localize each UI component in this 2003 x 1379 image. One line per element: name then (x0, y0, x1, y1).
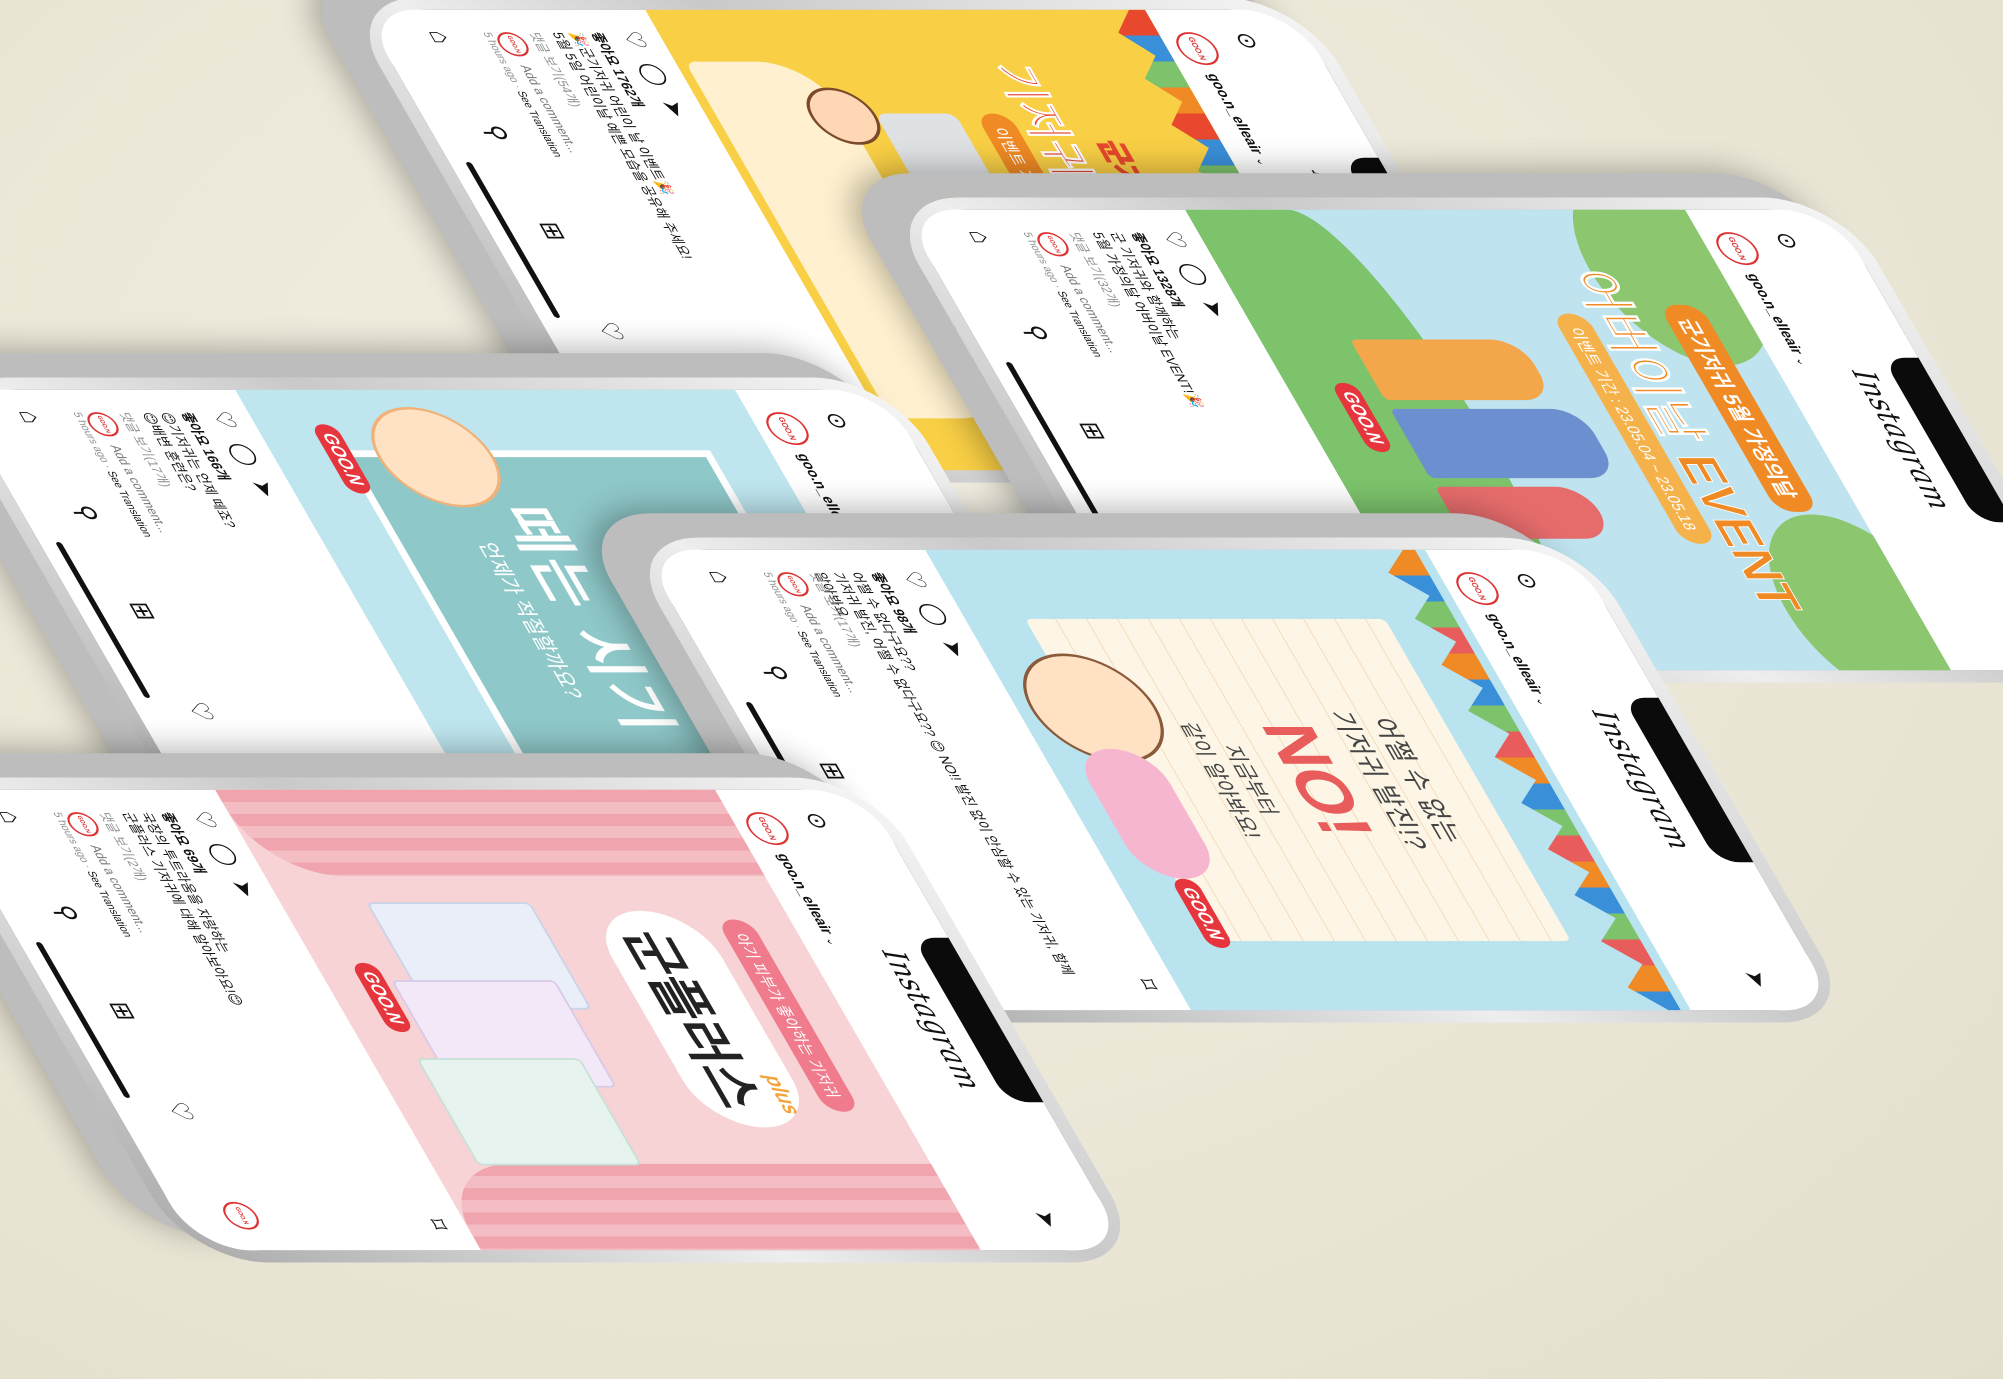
search-icon[interactable]: ⚲ (1016, 325, 1057, 341)
bookmark-icon[interactable]: ⌑ (420, 1219, 455, 1230)
chevron-down-icon: ⌄ (1792, 357, 1812, 367)
activity-heart-icon[interactable]: ♡ (159, 1101, 202, 1121)
camera-icon[interactable]: ⊙ (1767, 232, 1806, 249)
avatar[interactable]: GOO.N (1448, 572, 1506, 606)
add-post-icon[interactable]: ⊞ (532, 222, 574, 241)
avatar[interactable]: GOO.N (738, 812, 796, 846)
share-icon[interactable]: ➤ (935, 640, 974, 657)
add-post-icon[interactable]: ⊞ (122, 602, 164, 621)
avatar[interactable]: GOO.N (758, 412, 816, 446)
search-icon[interactable]: ⚲ (756, 665, 797, 681)
family-illustration (1435, 486, 1615, 539)
comment-icon[interactable]: ◯ (1173, 263, 1215, 286)
heart-icon[interactable]: ♡ (615, 30, 655, 49)
avatar[interactable]: GOO.N (1708, 232, 1766, 266)
search-icon[interactable]: ⚲ (66, 505, 107, 521)
chevron-down-icon: ⌄ (1252, 157, 1272, 167)
comment-icon[interactable]: ◯ (203, 843, 245, 866)
heart-icon[interactable]: ♡ (895, 570, 935, 589)
share-icon[interactable]: ➤ (225, 880, 264, 897)
add-post-icon[interactable]: ⊞ (1072, 422, 1114, 441)
curtain-right (431, 1163, 981, 1251)
comment-icon[interactable]: ◯ (223, 443, 265, 466)
chevron-down-icon: ⌄ (822, 937, 842, 947)
add-post-icon[interactable]: ⊞ (102, 1002, 144, 1021)
avatar[interactable]: GOO.N (1168, 32, 1226, 66)
direct-message-icon[interactable]: ➤ (1027, 1210, 1066, 1227)
comment-icon[interactable]: ◯ (913, 603, 955, 626)
share-icon[interactable]: ➤ (655, 100, 694, 117)
profile-avatar[interactable]: GOO.N (217, 1201, 266, 1230)
comment-icon[interactable]: ◯ (633, 63, 675, 86)
activity-heart-icon[interactable]: ♡ (589, 321, 632, 341)
home-icon[interactable]: ⌂ (422, 30, 461, 44)
home-icon[interactable]: ⌂ (702, 570, 741, 584)
camera-icon[interactable]: ⊙ (797, 812, 836, 829)
heart-icon[interactable]: ♡ (1155, 230, 1195, 249)
home-icon[interactable]: ⌂ (12, 410, 51, 424)
family-illustration (1390, 408, 1620, 479)
direct-message-icon[interactable]: ➤ (1997, 630, 2003, 647)
home-icon[interactable]: ⌂ (962, 230, 1001, 244)
family-illustration (1350, 339, 1555, 401)
camera-icon[interactable]: ⊙ (1507, 572, 1546, 589)
camera-icon[interactable]: ⊙ (817, 412, 856, 429)
heart-icon[interactable]: ♡ (185, 810, 225, 829)
share-icon[interactable]: ➤ (1195, 300, 1234, 317)
search-icon[interactable]: ⚲ (476, 125, 517, 141)
camera-icon[interactable]: ⊙ (1227, 32, 1266, 49)
heart-icon[interactable]: ♡ (205, 410, 245, 429)
curtain-left (215, 789, 765, 877)
direct-message-icon[interactable]: ➤ (1737, 970, 1776, 987)
chevron-down-icon: ⌄ (1532, 697, 1552, 707)
search-icon[interactable]: ⚲ (46, 905, 87, 921)
activity-heart-icon[interactable]: ♡ (179, 701, 222, 721)
home-icon[interactable]: ⌂ (0, 810, 30, 824)
bookmark-icon[interactable]: ⌑ (1130, 979, 1165, 990)
share-icon[interactable]: ➤ (245, 480, 284, 497)
